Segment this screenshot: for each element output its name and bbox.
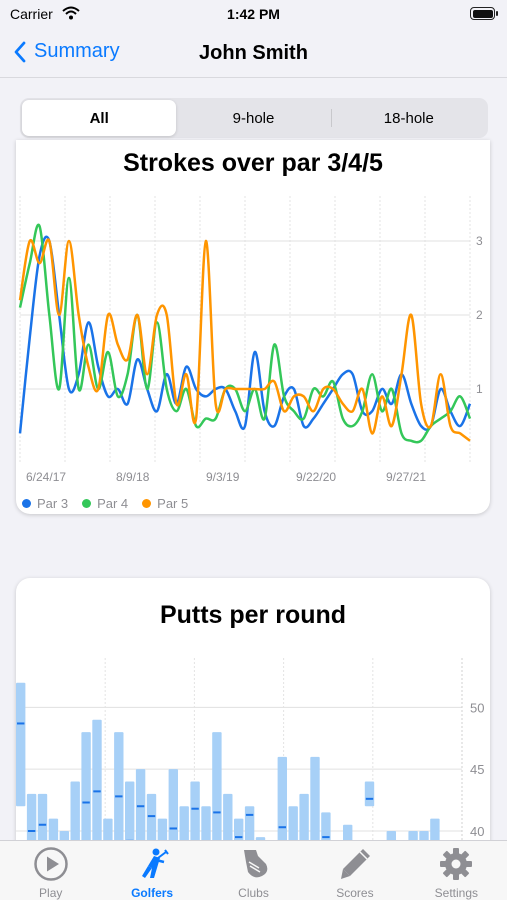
strokes-chart-card: Strokes over par 3/4/5 1 2 3 6/24/17 8/9/18 9… — [16, 140, 490, 514]
putts-bar — [16, 682, 26, 807]
legend-label-par4: Par 4 — [97, 496, 129, 511]
status-time: 1:42 PM — [227, 6, 280, 22]
battery-icon — [470, 7, 498, 20]
putts-chart-card: Putts per round 40 45 50 — [16, 578, 490, 868]
x-tick-label: 6/24/17 — [26, 470, 66, 484]
y-tick-label: 45 — [470, 762, 484, 777]
y-tick-label: 40 — [470, 824, 484, 839]
strokes-legend: Par 3 Par 4 Par 5 — [22, 496, 188, 511]
legend-dot-par4 — [82, 499, 92, 508]
legend-label-par3: Par 3 — [37, 496, 69, 511]
tab-play-label: Play — [39, 886, 63, 900]
x-tick-label: 8/9/18 — [116, 470, 150, 484]
strokes-line-chart: 1 2 3 6/24/17 8/9/18 9/3/19 9/22/20 9/27/21 — [18, 196, 483, 484]
series-line-par3 — [18, 235, 472, 434]
y-tick-label: 2 — [476, 308, 483, 322]
legend-dot-par5 — [142, 499, 152, 508]
tab-settings[interactable]: Settings — [406, 841, 507, 900]
segmented-control: All 9-hole 18-hole — [20, 98, 488, 138]
y-tick-label: 3 — [476, 234, 483, 248]
play-circle-icon — [33, 847, 68, 881]
tab-play[interactable]: Play — [0, 841, 101, 900]
status-bar: Carrier 1:42 PM — [0, 0, 507, 30]
gear-icon — [440, 848, 473, 880]
tab-golfers-label: Golfers — [131, 886, 174, 900]
legend-dot-par3 — [22, 499, 31, 508]
tab-clubs[interactable]: Clubs — [203, 841, 304, 900]
x-tick-label: 9/22/20 — [296, 470, 336, 484]
segment-all[interactable]: All — [22, 100, 177, 136]
page-title: John Smith — [199, 42, 308, 64]
segment-18-hole[interactable]: 18-hole — [332, 100, 486, 136]
y-tick-label: 1 — [476, 382, 483, 396]
tab-scores[interactable]: Scores — [304, 841, 405, 900]
legend-item-par4: Par 4 — [82, 496, 128, 511]
tab-golfers[interactable]: Golfers — [101, 841, 202, 900]
tab-settings-label: Settings — [434, 886, 478, 900]
legend-item-par5: Par 5 — [142, 496, 188, 511]
legend-item-par3: Par 3 — [22, 496, 68, 511]
navigation-bar: Summary John Smith — [0, 30, 507, 78]
club-head-icon — [243, 850, 267, 878]
putts-bar-chart: 40 45 50 — [16, 658, 484, 868]
tab-bar: Play Golfers Clubs Scores Settings — [0, 840, 507, 900]
pencil-icon — [340, 849, 370, 879]
x-tick-label: 9/3/19 — [206, 470, 240, 484]
legend-label-par5: Par 5 — [157, 496, 189, 511]
tab-clubs-label: Clubs — [238, 886, 269, 900]
tab-scores-label: Scores — [336, 886, 374, 900]
golfer-icon — [142, 848, 169, 878]
segment-9-hole[interactable]: 9-hole — [176, 100, 330, 136]
x-tick-label: 9/27/21 — [386, 470, 426, 484]
y-tick-label: 50 — [470, 700, 484, 715]
putts-bar — [364, 781, 375, 807]
